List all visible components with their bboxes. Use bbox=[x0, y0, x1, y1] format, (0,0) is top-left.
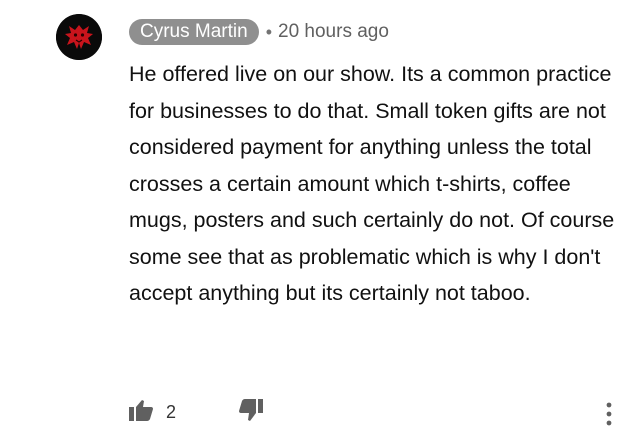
author-name[interactable]: Cyrus Martin bbox=[129, 19, 259, 45]
avatar-image bbox=[56, 14, 102, 60]
comment-text: He offered live on our show. Its a commo… bbox=[129, 62, 615, 305]
dislike-button[interactable] bbox=[238, 397, 264, 428]
more-vertical-icon bbox=[606, 402, 612, 428]
comment-header: Cyrus Martin • 20 hours ago bbox=[129, 18, 389, 46]
comment-actions: 2 bbox=[128, 398, 264, 426]
avatar[interactable] bbox=[56, 14, 102, 60]
timestamp: 20 hours ago bbox=[278, 21, 389, 42]
like-button[interactable]: 2 bbox=[128, 398, 176, 427]
thumbs-up-icon bbox=[128, 398, 154, 427]
thumbs-down-icon bbox=[238, 397, 264, 428]
separator-dot: • bbox=[265, 21, 272, 42]
like-count: 2 bbox=[166, 401, 177, 422]
more-options-button[interactable] bbox=[602, 402, 616, 428]
